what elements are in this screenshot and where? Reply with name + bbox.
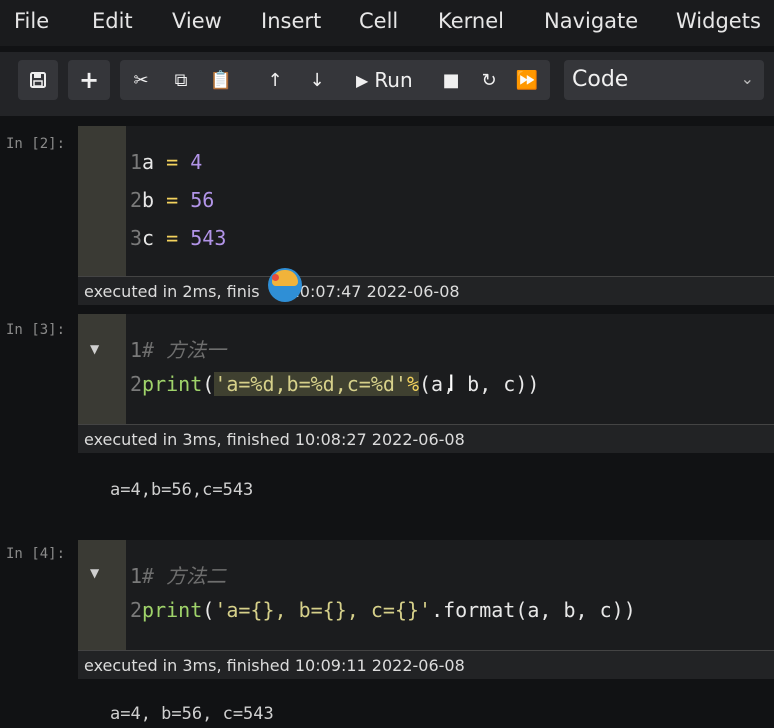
- run-all-button[interactable]: ⏩: [508, 60, 546, 100]
- execution-info: executed in 3ms, finished 10:09:11 2022-…: [78, 650, 774, 679]
- plus-icon: +: [78, 66, 100, 94]
- copy-button[interactable]: ⧉: [162, 60, 200, 100]
- scissors-icon: ✂: [133, 69, 149, 91]
- code-line: 3c = 543: [130, 226, 227, 250]
- code-comment-line: 1# 方法二: [130, 564, 227, 588]
- run-label: Run: [374, 68, 413, 92]
- menu-widgets[interactable]: Widgets: [676, 9, 761, 33]
- menu-file[interactable]: File: [14, 9, 49, 33]
- restart-button[interactable]: ↻: [470, 60, 508, 100]
- menu-insert[interactable]: Insert: [261, 9, 321, 33]
- cell-output: a=4, b=56, c=543: [110, 704, 274, 724]
- cut-button[interactable]: ✂: [122, 60, 160, 100]
- move-up-button[interactable]: ↑: [256, 60, 294, 100]
- cell-gutter: [78, 126, 126, 276]
- toolbar: + ✂ ⧉ 📋 ↑ ↓ ▶ Run ■ ↻ ⏩ Code ⌄: [0, 52, 774, 116]
- arrow-down-icon: ↓: [309, 69, 325, 91]
- execution-text: executed in 3ms, finished 10:09:11 2022-…: [84, 656, 465, 675]
- execution-info: executed in 2ms, finis 10:07:47 2022-06-0…: [78, 276, 774, 305]
- floppy-disk-icon: [30, 72, 46, 88]
- code-editor[interactable]: [126, 540, 774, 650]
- menu-navigate[interactable]: Navigate: [544, 9, 638, 33]
- arrow-up-icon: ↑: [267, 69, 283, 91]
- avatar: [268, 268, 302, 302]
- code-editor[interactable]: [126, 126, 774, 276]
- cell-gutter: [78, 314, 126, 424]
- code-comment-line: 1# 方法一: [130, 338, 227, 362]
- code-line: 2b = 56: [130, 188, 215, 212]
- cell-type-select[interactable]: Code ⌄: [564, 60, 764, 100]
- chevron-down-icon: ⌄: [740, 69, 754, 88]
- run-button[interactable]: ▶ Run: [356, 60, 426, 100]
- fast-forward-icon: ⏩: [515, 69, 539, 91]
- play-icon: ▶: [356, 70, 369, 90]
- code-cell-1[interactable]: In [2]: 1a = 4 2b = 56 3c = 543 executed…: [0, 126, 774, 306]
- copy-icon: ⧉: [174, 69, 188, 91]
- menu-kernel[interactable]: Kernel: [438, 9, 504, 33]
- save-button[interactable]: [19, 60, 57, 100]
- menu-bar: File Edit View Insert Cell Kernel Naviga…: [0, 0, 774, 46]
- execution-info: executed in 3ms, finished 10:08:27 2022-…: [78, 424, 774, 453]
- code-line: 2print('a={}, b={}, c={}'.format(a, b, c…: [130, 598, 636, 622]
- code-cell-3[interactable]: In [4]: ▼ 1# 方法二 2print('a={}, b={}, c={…: [0, 540, 774, 680]
- code-cell-2[interactable]: In [3]: ▼ 1# 方法一 2print('a=%d,b=%d,c=%d'…: [0, 314, 774, 454]
- code-line: 2print('a=%d,b=%d,c=%d'%(a, b, c)): [130, 372, 540, 396]
- cell-gutter: [78, 540, 126, 650]
- move-down-button[interactable]: ↓: [298, 60, 336, 100]
- text-cursor-icon: I: [448, 372, 455, 397]
- edit-run-group: ✂ ⧉ 📋 ↑ ↓ ▶ Run ■ ↻ ⏩: [120, 60, 550, 100]
- cell-prompt: In [3]:: [6, 322, 66, 338]
- collapse-caret-icon[interactable]: ▼: [90, 566, 99, 580]
- add-cell-button[interactable]: +: [70, 60, 108, 100]
- execution-text: executed in 3ms, finished 10:08:27 2022-…: [84, 430, 465, 449]
- stop-icon: ■: [442, 69, 460, 91]
- paste-icon: 📋: [209, 69, 233, 91]
- interrupt-button[interactable]: ■: [432, 60, 470, 100]
- code-line: 1a = 4: [130, 150, 203, 174]
- cell-type-label: Code: [572, 67, 629, 92]
- collapse-caret-icon[interactable]: ▼: [90, 342, 99, 356]
- cell-output: a=4,b=56,c=543: [110, 480, 254, 500]
- menu-cell[interactable]: Cell: [359, 9, 398, 33]
- paste-button[interactable]: 📋: [202, 60, 240, 100]
- cell-prompt: In [4]:: [6, 546, 66, 562]
- save-button-group: [18, 60, 58, 100]
- code-editor[interactable]: [126, 314, 774, 424]
- restart-icon: ↻: [481, 69, 497, 91]
- add-button-group: +: [68, 60, 110, 100]
- cell-prompt: In [2]:: [6, 136, 66, 152]
- menu-edit[interactable]: Edit: [92, 9, 133, 33]
- menu-view[interactable]: View: [172, 9, 222, 33]
